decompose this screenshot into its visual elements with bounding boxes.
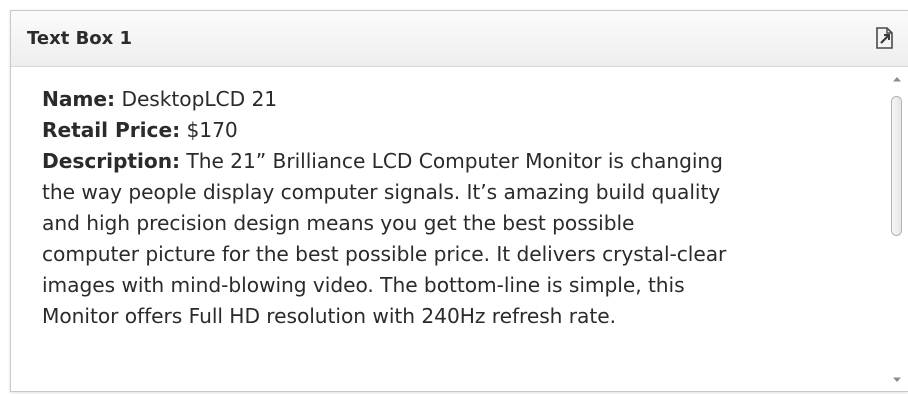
price-row: Retail Price: $170 [42,115,886,146]
name-value: DesktopLCD 21 [115,87,278,111]
panel-header: Text Box 1 [11,11,908,67]
export-document-icon [876,27,893,49]
description-line-3: and high precision design means you get … [42,211,635,235]
vertical-scrollbar[interactable] [886,68,908,391]
name-row: Name: DesktopLCD 21 [42,84,886,115]
description-line-1: Description: The 21” Brilliance LCD Comp… [42,146,886,177]
description-line-6: Monitor offers Full HD resolution with 2… [42,304,616,328]
description-line-2: the way people display computer signals.… [42,180,721,204]
description-line-4: computer picture for the best possible p… [42,242,727,266]
description-label: Description: [42,149,181,173]
price-label: Retail Price: [42,118,181,142]
name-label: Name: [42,87,116,111]
triangle-up-icon [893,77,901,82]
text-box-content[interactable]: Name: DesktopLCD 21 Retail Price: $170 D… [11,68,886,391]
price-value: $170 [180,118,238,142]
text-box-panel: Text Box 1 Name: DesktopLCD 21 Retail Pr… [10,10,908,392]
triangle-down-icon [893,377,901,382]
scroll-thumb[interactable] [891,96,902,236]
scroll-down-button[interactable] [886,371,908,389]
panel-title: Text Box 1 [27,28,133,49]
export-button[interactable] [872,25,898,51]
description-text: The 21” Brilliance LCD Computer Monitor … [180,149,723,173]
description-line-5: images with mind-blowing video. The bott… [42,273,685,297]
scroll-up-button[interactable] [886,70,908,88]
